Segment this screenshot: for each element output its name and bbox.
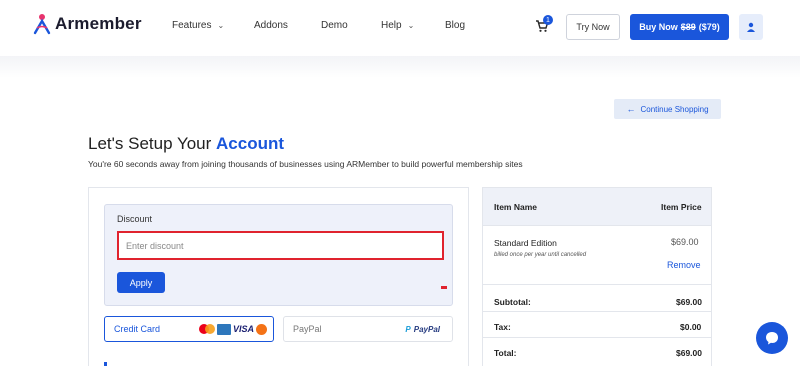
nav-demo-label: Demo [321,20,348,31]
paypal-icon: P [405,325,411,334]
header-shadow-band [0,56,800,78]
paypal-logo-text: PayPal [413,325,440,334]
discount-input[interactable] [117,231,444,260]
remove-item-link[interactable]: Remove [667,260,701,270]
nav-addons-label: Addons [254,20,288,31]
card-logos: VISA [198,323,267,335]
item-billing-note: billed once per year until cancelled [494,252,587,258]
mastercard-icon [198,323,215,335]
buy-now-price: ($79) [698,22,720,32]
paypal-logo: P PayPal [405,325,440,334]
nav-features-label: Features [172,20,212,31]
tax-value: $0.00 [680,322,702,332]
nav-features[interactable]: Features ⌄ [172,20,224,31]
discount-label: Discount [117,214,153,224]
buy-now-old-price: $89 [680,22,696,32]
header-item-name: Item Name [494,202,537,212]
tax-label: Tax: [494,322,511,332]
summary-divider [482,337,712,338]
arrow-left-icon: ← [626,104,636,114]
amex-icon [216,323,231,335]
buy-now-label: Buy Now [639,22,678,32]
subtotal-label: Subtotal: [494,297,531,307]
page-title-accent: Account [216,134,285,153]
credit-card-label: Credit Card [114,324,161,334]
chevron-down-icon: ⌄ [407,21,415,30]
try-now-button[interactable]: Try Now [566,14,620,40]
payment-option-credit-card[interactable]: Credit Card VISA [104,316,274,342]
chat-button[interactable] [756,322,788,354]
brand-logo[interactable]: Armember [33,13,142,35]
item-name: Standard Edition [494,238,557,248]
user-icon [747,22,755,32]
paypal-label: PayPal [293,324,322,334]
nav-addons[interactable]: Addons [254,20,288,31]
total-label: Total: [494,348,517,358]
payment-option-paypal[interactable]: PayPal P PayPal [283,316,453,342]
armember-logo-icon [33,14,51,35]
nav-help-label: Help [381,20,402,31]
buy-now-button[interactable]: Buy Now $89 ($79) [630,14,729,40]
nav-demo[interactable]: Demo [321,20,348,31]
discover-icon [256,323,267,335]
nav-blog[interactable]: Blog [445,20,465,31]
brand-name: Armember [55,14,142,33]
nav-blog-label: Blog [445,20,466,31]
section-marker [104,362,107,366]
subtotal-value: $69.00 [676,297,702,307]
site-header: Armember Features ⌄ Addons Demo Help ⌄ B… [0,0,800,56]
summary-divider [482,284,712,285]
header-item-price: Item Price [661,202,702,212]
cart-count-badge: 1 [543,15,553,25]
continue-shopping-button[interactable]: ← Continue Shopping [614,99,721,119]
summary-divider [482,311,712,312]
error-indicator [441,286,447,289]
account-button[interactable] [739,14,763,40]
checkout-page: Armember Features ⌄ Addons Demo Help ⌄ B… [0,0,800,366]
nav-help[interactable]: Help ⌄ [381,20,414,31]
continue-shopping-label: Continue Shopping [640,104,709,114]
total-value: $69.00 [676,348,702,358]
visa-logo: VISA [232,324,254,334]
chat-bubble-icon [766,332,778,345]
apply-discount-button[interactable]: Apply [117,272,165,293]
page-title: Let's Setup Your Account [88,134,284,154]
chevron-down-icon: ⌄ [217,21,225,30]
page-title-prefix: Let's Setup Your [88,134,212,153]
item-price: $69.00 [671,237,699,247]
page-subtitle: You're 60 seconds away from joining thou… [88,159,523,169]
